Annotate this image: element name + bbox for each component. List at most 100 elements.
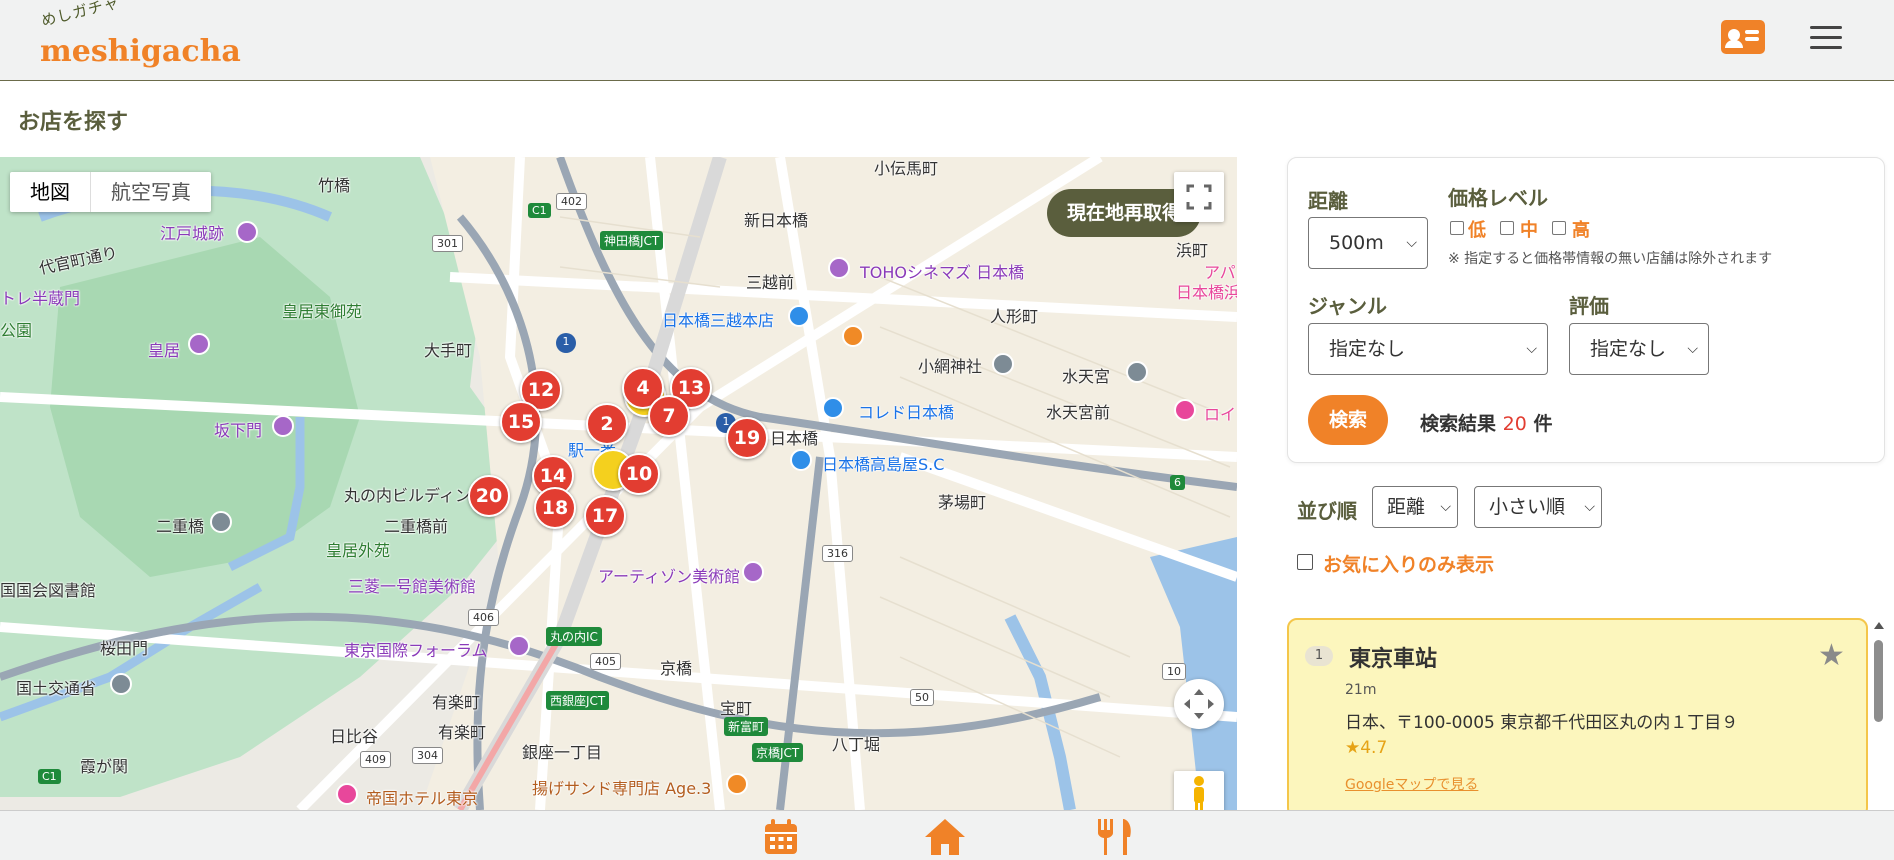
- poi-suitengu-icon: [1126, 361, 1148, 383]
- price-note: ※ 指定すると価格帯情報の無い店舗は除外されます: [1448, 251, 1773, 267]
- map-label-torehan: トレ半蔵門: [0, 289, 81, 308]
- favorites-only-checkbox[interactable]: [1297, 554, 1313, 570]
- scroll-up-icon[interactable]: [1874, 622, 1884, 629]
- tab-aerial[interactable]: 航空写真: [91, 172, 211, 212]
- map-label-marunouchi-bldg: 丸の内ビルディング: [344, 486, 487, 505]
- road-badge-301: 301: [432, 235, 463, 252]
- road-badge-402: 402: [556, 193, 587, 210]
- home-icon[interactable]: [923, 817, 967, 857]
- poi-artizon-icon: [742, 561, 764, 583]
- map-label-nishiginza-jct: 西銀座JCT: [546, 691, 610, 710]
- genre-select[interactable]: 指定なし ⌵: [1308, 323, 1548, 375]
- road-badge-406: 406: [468, 609, 499, 626]
- map-label-hibiya: 日比谷: [330, 727, 379, 746]
- search-button[interactable]: 検索: [1308, 395, 1388, 445]
- map-label-nihonbashi-mitsukoshi: 日本橋三越本店: [662, 311, 775, 330]
- map-marker[interactable]: 7: [648, 395, 690, 437]
- results-scrollbar[interactable]: [1871, 618, 1885, 810]
- map-label-suitengu: 水天宮: [1062, 367, 1111, 386]
- hamburger-menu-icon[interactable]: [1810, 26, 1842, 50]
- price-low-checkbox[interactable]: [1450, 221, 1464, 235]
- map-label-kotsu: 国土交通省: [16, 679, 97, 698]
- camera-control-icon[interactable]: [1174, 679, 1224, 729]
- poi-sakashita-icon: [272, 415, 294, 437]
- sort-order-select[interactable]: 小さい順 ⌵: [1474, 486, 1602, 528]
- map-label-agesand: 揚げサンド専門店 Age.3: [532, 779, 712, 798]
- map-marker[interactable]: 10: [618, 453, 660, 495]
- poi-koami-icon: [992, 353, 1014, 375]
- result-count: 検索結果 20 件: [1420, 413, 1553, 435]
- map-label-takebashi: 竹橋: [318, 176, 351, 195]
- map-label-yurakucho: 有楽町: [432, 693, 481, 712]
- poi-kokyo-icon: [188, 333, 210, 355]
- genre-label: ジャンル: [1308, 294, 1387, 318]
- logo-text: meshigacha: [40, 34, 241, 69]
- road-badge-405: 405: [590, 653, 621, 670]
- price-high-label: 高: [1572, 220, 1590, 241]
- store-address: 日本、〒100-0005 東京都千代田区丸の内１丁目９: [1345, 713, 1739, 733]
- map-marker[interactable]: 2: [586, 403, 628, 445]
- map-label-takashimaya: 日本橋高島屋S.C: [822, 455, 945, 474]
- favorites-only-label: お気に入りのみ表示: [1323, 554, 1495, 576]
- result-card[interactable]: 1 東京車站 ★ 21m 日本、〒100-0005 東京都千代田区丸の内１丁目９…: [1287, 618, 1868, 818]
- map-label-hamacho: 浜町: [1176, 241, 1209, 260]
- map-marker[interactable]: 20: [468, 475, 510, 517]
- poi-nijubashi-icon: [210, 511, 232, 533]
- calendar-icon[interactable]: [761, 817, 801, 857]
- map-label-kandabashi-jct: 神田橋JCT: [600, 231, 664, 250]
- sort-label: 並び順: [1297, 499, 1357, 523]
- map-label-toho: TOHOシネマズ 日本橋: [860, 263, 1025, 282]
- map-label-ginza1: 銀座一丁目: [522, 743, 603, 762]
- map-label-kokkai: 国国会図書館: [0, 581, 97, 600]
- map-label-kyobashi-jct: 京橋JCT: [752, 743, 804, 762]
- google-maps-link[interactable]: Googleマップで見る: [1345, 774, 1478, 794]
- poi-forum-icon: [508, 635, 530, 657]
- map-marker[interactable]: 17: [584, 495, 626, 537]
- scroll-thumb[interactable]: [1874, 640, 1883, 722]
- restaurant-icon[interactable]: [1094, 817, 1134, 857]
- map-label-shin-nihonbashi: 新日本橋: [744, 211, 809, 230]
- map-marker[interactable]: 15: [500, 401, 542, 443]
- fullscreen-icon[interactable]: [1174, 172, 1224, 222]
- id-card-icon[interactable]: [1721, 20, 1765, 54]
- map-label-hatchobori: 八丁堀: [832, 735, 881, 754]
- logo[interactable]: めしガチャ meshigacha: [39, 0, 240, 70]
- map-label-kounai: 皇居東御苑: [282, 302, 363, 321]
- favorite-star-icon[interactable]: ★: [1818, 638, 1845, 673]
- tab-map[interactable]: 地図: [10, 172, 91, 212]
- distance-select[interactable]: 500m ⌵: [1308, 217, 1428, 269]
- map-type-toggle: 地図 航空写真: [10, 172, 211, 212]
- logo-kana: めしガチャ: [39, 0, 122, 31]
- map-label-shintomicho: 新富町: [724, 717, 769, 736]
- price-low-label: 低: [1468, 220, 1486, 241]
- road-badge-1: 1: [556, 333, 576, 353]
- pegman-icon[interactable]: [1174, 771, 1224, 810]
- map[interactable]: 地図 航空写真 現在地再取得 小伝馬町 竹橋 江戸城跡 代官町通り 皇居東御苑 …: [0, 157, 1237, 810]
- poi-roi-icon: [1174, 399, 1196, 421]
- map-label-otemachi: 大手町: [424, 341, 473, 360]
- map-label-tokyo-forum: 東京国際フォーラム: [344, 641, 488, 660]
- filter-panel: 距離 500m ⌵ 価格レベル 低 中 高 ※ 指定すると価格帯情報の無い店舗は除…: [1287, 157, 1885, 463]
- price-high-checkbox[interactable]: [1552, 221, 1566, 235]
- map-label-koami: 小網神社: [918, 357, 983, 376]
- map-label-mitsukoshimae: 三越前: [746, 273, 795, 292]
- map-marker[interactable]: 18: [534, 487, 576, 529]
- map-marker[interactable]: 19: [726, 417, 768, 459]
- rating-select[interactable]: 指定なし ⌵: [1569, 323, 1709, 375]
- poi-teikoku-icon: [336, 783, 358, 805]
- price-mid-checkbox[interactable]: [1500, 221, 1514, 235]
- map-label-ningyocho: 人形町: [990, 307, 1039, 326]
- map-label-roi: ロイ: [1204, 405, 1237, 424]
- poi-coredo-icon: [822, 397, 844, 419]
- map-label-mitsubishi: 三菱一号館美術館: [348, 577, 477, 596]
- result-rank: 1: [1305, 646, 1333, 666]
- road-badge-304: 304: [412, 747, 443, 764]
- poi-toho-icon: [828, 257, 850, 279]
- road-badge-6: 6: [1170, 475, 1185, 490]
- road-badge-10: 10: [1162, 663, 1186, 680]
- poi-takashimaya-icon: [790, 449, 812, 471]
- map-label-sakashita: 坂下門: [214, 421, 263, 440]
- map-label-yurakucho-2: 有楽町: [438, 723, 487, 742]
- bottom-nav: [0, 810, 1894, 860]
- sort-field-select[interactable]: 距離 ⌵: [1372, 486, 1458, 528]
